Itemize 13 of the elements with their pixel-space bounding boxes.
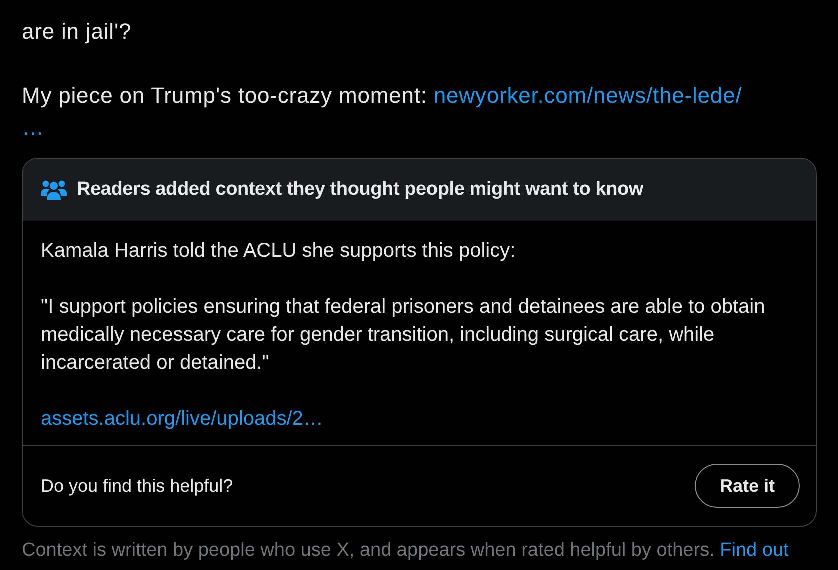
note-text: Kamala Harris told the ACLU she supports this policy:	[41, 239, 517, 264]
source-link[interactable]: assets.aclu.org/live/uploads/2…	[41, 408, 324, 430]
context-footnote: Context is written by people who use X, and appears when rated helpful by others. Find out	[22, 539, 790, 563]
link-ellipsis[interactable]: …	[22, 115, 44, 140]
helpful-question: Do you find this helpful?	[41, 476, 234, 496]
note-text: "I support policies ensuring that federal prisoners and detainees are able to obtain medically necessary care for gender transition, including surgical care, while incarcerated or detained."	[41, 295, 766, 376]
post-text: My piece on Trump's too-crazy moment: newyorker.com/news/the-lede/ …	[22, 82, 744, 142]
post-text: are in jail'?	[22, 18, 133, 46]
rate-button[interactable]: Rate it	[694, 464, 800, 508]
article-link[interactable]: newyorker.com/news/the-lede/	[434, 83, 742, 108]
find-out-link[interactable]: Find out	[720, 540, 789, 561]
people-icon	[41, 179, 67, 201]
context-title: Readers added context they thought people might want to know	[77, 179, 644, 201]
